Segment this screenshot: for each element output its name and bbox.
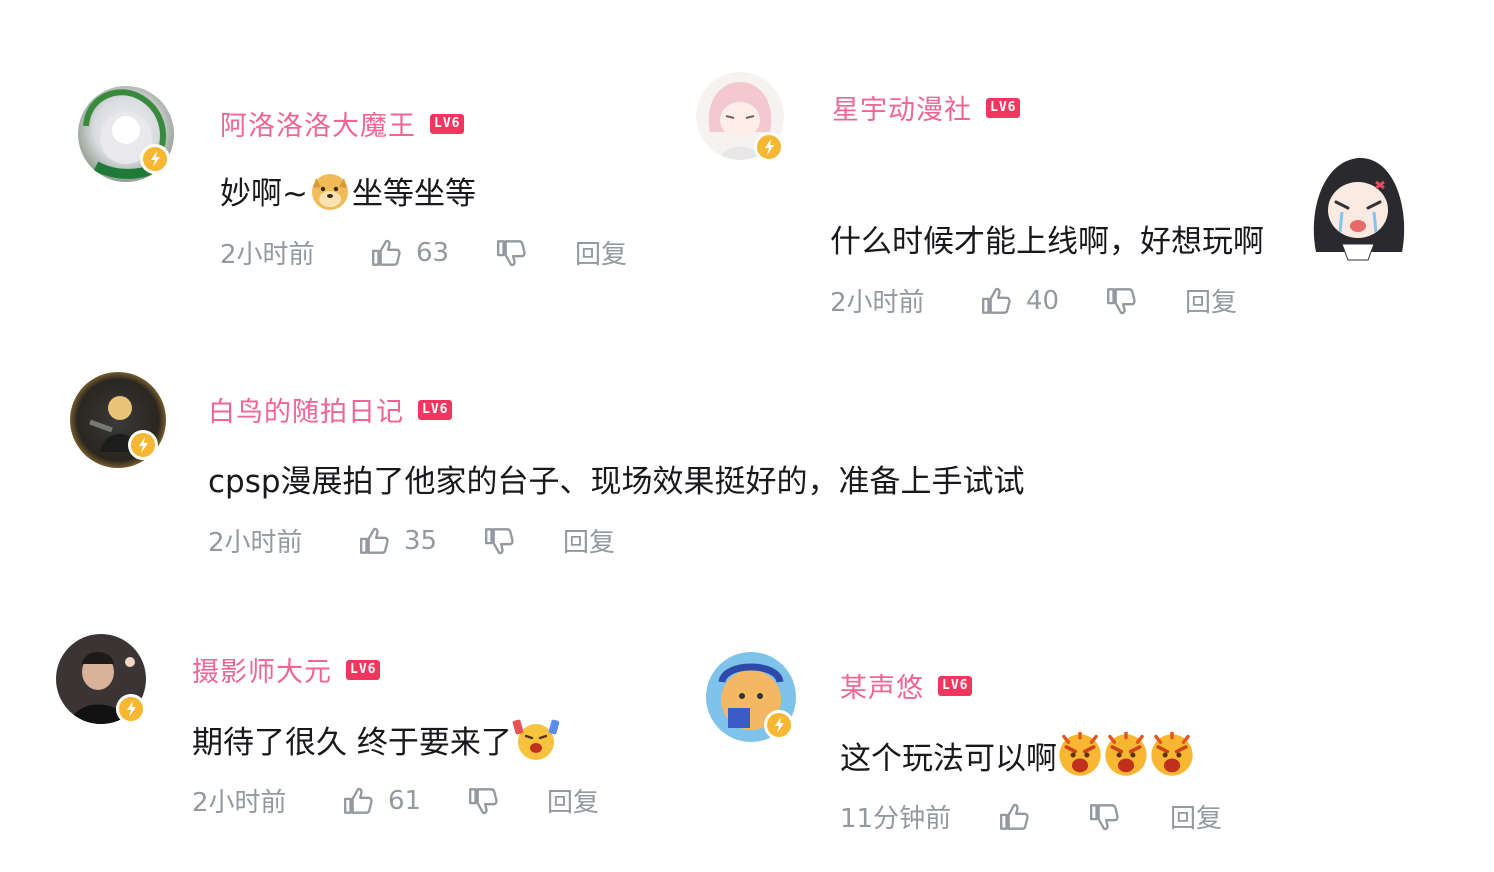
reply-button[interactable]: 回复 [1185, 282, 1237, 319]
avatar[interactable] [56, 634, 146, 724]
username-text[interactable]: 摄影师大元 [192, 650, 332, 689]
comment-text: 什么时候才能上线啊，好想玩啊 [830, 216, 1264, 261]
comment-meta: 2小时前 61 回复 [192, 782, 599, 819]
comment-text-part1: cpsp漫展拍了他家的台子、现场效果挺好的，准备上手试试 [208, 464, 1025, 500]
thumb-down-icon [1090, 803, 1119, 830]
level-badge: LV6 [938, 675, 973, 696]
vip-bolt-icon [764, 710, 794, 740]
comment-text-part1: 什么时候才能上线啊，好想玩啊 [830, 224, 1264, 260]
avatar[interactable] [696, 72, 784, 162]
thumb-up-icon [360, 527, 389, 554]
username[interactable]: 摄影师大元 LV6 [192, 650, 381, 689]
level-badge: LV6 [418, 399, 453, 420]
comment-text-part1: 妙啊~ [220, 176, 308, 212]
like-button[interactable]: 63 [370, 237, 495, 269]
comment-meta: 2小时前 35 回复 [208, 522, 615, 559]
thumb-down-icon [485, 527, 514, 554]
cheering-emoji-icon [512, 719, 560, 760]
level-badge: LV6 [986, 97, 1021, 118]
doge-emoji-icon [311, 173, 348, 210]
reply-button[interactable]: 回复 [1170, 798, 1222, 835]
comment-text-part2: 坐等坐等 [351, 176, 476, 212]
vip-bolt-icon [140, 144, 170, 174]
dislike-button[interactable] [483, 525, 563, 557]
comment-text: 期待了很久 终于要来了 [192, 716, 562, 762]
comment-text: 这个玩法可以啊 [840, 732, 1195, 778]
like-button[interactable]: 35 [358, 525, 483, 557]
angry-emoji-icon [1149, 732, 1195, 778]
dislike-button[interactable] [495, 237, 575, 269]
vip-bolt-icon [128, 430, 158, 460]
dislike-button[interactable] [1088, 801, 1170, 833]
comment-meta: 2小时前 40 回复 [830, 282, 1237, 319]
username[interactable]: 某声悠 LV6 [840, 666, 973, 705]
like-count: 63 [416, 237, 450, 268]
comment-text: 妙啊~ 坐等坐等 [220, 168, 476, 213]
anime-girl-crying-sticker-icon [1313, 157, 1405, 261]
like-count: 40 [1026, 285, 1060, 316]
thumb-down-icon [1107, 287, 1136, 314]
timestamp: 11分钟前 [840, 804, 952, 834]
reply-button[interactable]: 回复 [547, 782, 599, 819]
comment-text-part1: 这个玩法可以啊 [840, 740, 1057, 777]
reply-button[interactable]: 回复 [575, 234, 627, 271]
thumb-down-icon [469, 787, 498, 814]
timestamp: 2小时前 [208, 528, 303, 558]
like-button[interactable]: 40 [980, 285, 1105, 317]
comment-text-part1: 期待了很久 终于要来了 [192, 724, 512, 761]
like-button[interactable]: 61 [342, 785, 467, 817]
dislike-button[interactable] [1105, 285, 1185, 317]
avatar[interactable] [70, 372, 166, 468]
timestamp: 2小时前 [192, 788, 287, 818]
username[interactable]: 阿洛洛洛大魔王 LV6 [220, 104, 465, 143]
angry-emoji-icon [1057, 732, 1103, 778]
username-text[interactable]: 星宇动漫社 [832, 88, 972, 127]
username-text[interactable]: 某声悠 [840, 666, 924, 705]
timestamp: 2小时前 [220, 240, 315, 270]
username-text[interactable]: 阿洛洛洛大魔王 [220, 104, 416, 143]
thumb-up-icon [344, 787, 373, 814]
level-badge: LV6 [346, 659, 381, 680]
comment-text: cpsp漫展拍了他家的台子、现场效果挺好的，准备上手试试 [208, 456, 1025, 501]
like-count: 61 [388, 785, 422, 816]
username[interactable]: 星宇动漫社 LV6 [832, 88, 1021, 127]
thumb-up-icon [982, 287, 1011, 314]
level-badge: LV6 [430, 113, 465, 134]
vip-bolt-icon [116, 694, 146, 724]
comment-meta: 11分钟前 回复 [840, 798, 1222, 835]
timestamp: 2小时前 [830, 288, 925, 318]
avatar[interactable] [78, 86, 174, 182]
dislike-button[interactable] [467, 785, 547, 817]
comment-meta: 2小时前 63 回复 [220, 234, 627, 271]
like-count: 35 [404, 525, 438, 556]
thumb-up-icon [372, 239, 401, 266]
thumb-up-icon [1000, 803, 1029, 830]
like-button[interactable] [998, 801, 1088, 833]
vip-bolt-icon [754, 132, 784, 162]
reply-button[interactable]: 回复 [563, 522, 615, 559]
username[interactable]: 白鸟的随拍日记 LV6 [208, 390, 453, 429]
username-text[interactable]: 白鸟的随拍日记 [208, 390, 404, 429]
avatar[interactable] [706, 652, 796, 742]
thumb-down-icon [497, 239, 526, 266]
angry-emoji-icon [1103, 732, 1149, 778]
